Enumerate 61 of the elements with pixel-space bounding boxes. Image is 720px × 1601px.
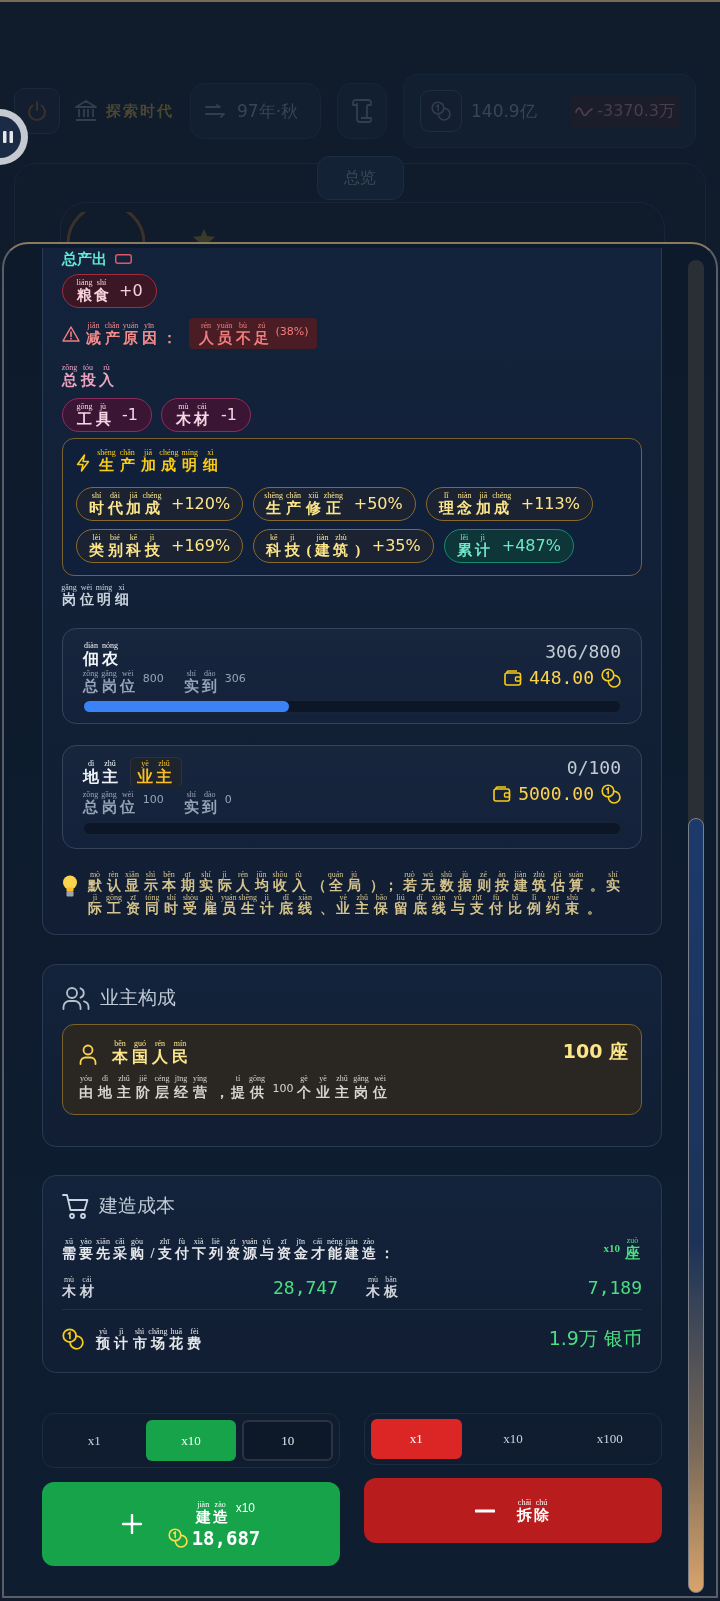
bonus-title: shēng chǎn jiā chéng míng xì 生产加成明细 [99, 447, 224, 473]
coins-icon [167, 1528, 188, 1549]
wage-value: 448.00 [528, 667, 594, 690]
section-label: 总产出 [62, 250, 107, 268]
lightning-icon [76, 454, 90, 472]
trend-icon [575, 106, 594, 116]
minus-icon [475, 1508, 495, 1513]
job-name: diàn nóng 佃农 [83, 641, 121, 668]
panel-title: 建造成本 [99, 1193, 175, 1219]
coins-icon [601, 784, 621, 805]
owner-name: běn guó rén mín 本国人民 [112, 1038, 192, 1066]
scroll-icon [352, 99, 372, 123]
amount-option[interactable]: x100 [564, 1419, 655, 1460]
wage-value: 5000.00 [518, 783, 594, 806]
person-icon [79, 1044, 97, 1066]
ring-icon [65, 212, 147, 243]
hint-text: mò rèn xiǎn shì běn qī shí jì rén jūn shōu rù quán jú ruò wú shù jù zé àn jiàn zhù gū suàn shí 默认显示本期实际人均收入（全局）；若无数据则按建筑估算。实 jì gōng zī tóng shí shòu gù yuán shēng jì dǐ xiàn yè zhǔ bǎo liú dǐ xiàn yǔ zhī fù bǐ lì yuē shù 际工资同时受雇员生计底线、业主保留底线与支付比例约束。 [88, 869, 625, 916]
bank-icon [74, 99, 98, 123]
amount-option[interactable]: x1 [49, 1420, 140, 1462]
cost-note: xū yào xiān cǎi gòu zhī fù xià liè zī yuán yǔ zī jīn cái néng jiàn zào 需要先采购/支付下列资源与资金才能建造： [62, 1236, 396, 1262]
amount-option[interactable]: x10 [145, 1420, 237, 1462]
resource-amount: 28,747 [272, 1277, 338, 1300]
plus-icon [121, 1514, 142, 1535]
market-cost: 1.9万 银币 [548, 1326, 642, 1352]
role-tag: yè zhǔ 业主 [130, 757, 182, 789]
section-label: gǎng wèi míng xì 岗位明细 [62, 583, 132, 608]
floating-button[interactable] [0, 109, 28, 165]
people-icon [62, 985, 90, 1010]
amount-input[interactable]: 10 [242, 1420, 333, 1462]
bonus-chip: kē jì jiàn zhù 科技(建筑) +35% [253, 529, 434, 563]
panel-title: 业主构成 [100, 984, 176, 1010]
scrollbar-thumb[interactable] [688, 818, 704, 1593]
demolish-button[interactable]: chāi chú 拆除 [364, 1478, 662, 1544]
wallet-icon [493, 786, 512, 803]
arrows-icon [205, 104, 225, 118]
job-name: dì zhǔ 地主 [83, 759, 121, 787]
amount-option[interactable]: x1 [371, 1419, 462, 1460]
scrollbar[interactable] [688, 260, 704, 1593]
batch-count: x10 zuò 座 [603, 1235, 642, 1262]
reduction-label: jiǎn chǎn yuán yīn 减产原因： [86, 320, 178, 347]
market-label: yù jì shì chǎng huā fèi 预计市场花费 [96, 1327, 206, 1352]
coins-icon [420, 90, 462, 132]
cart-icon [62, 1192, 89, 1220]
coins-icon [62, 1328, 84, 1351]
owner-count: 100 座 [562, 1038, 628, 1064]
resource-name: mù bǎn 木板 [366, 1275, 402, 1300]
era-label: 探索时代 [106, 101, 174, 121]
coins-icon [601, 668, 621, 689]
power-icon [14, 88, 60, 134]
job-count: 0/100 [566, 757, 621, 780]
warning-icon [62, 325, 80, 342]
amount-option[interactable]: x10 [467, 1419, 559, 1460]
wallet-icon [503, 670, 522, 687]
job-count: 306/800 [545, 641, 621, 664]
lightbulb-icon [62, 874, 78, 897]
tag-icon [115, 254, 132, 264]
resource-name: mù cái 木材 [62, 1275, 98, 1300]
resource-amount: 7,189 [587, 1277, 642, 1300]
section-label: zǒng tóu rù 总投入 [62, 363, 118, 389]
star-icon [193, 229, 215, 242]
pause-icon [3, 131, 13, 143]
